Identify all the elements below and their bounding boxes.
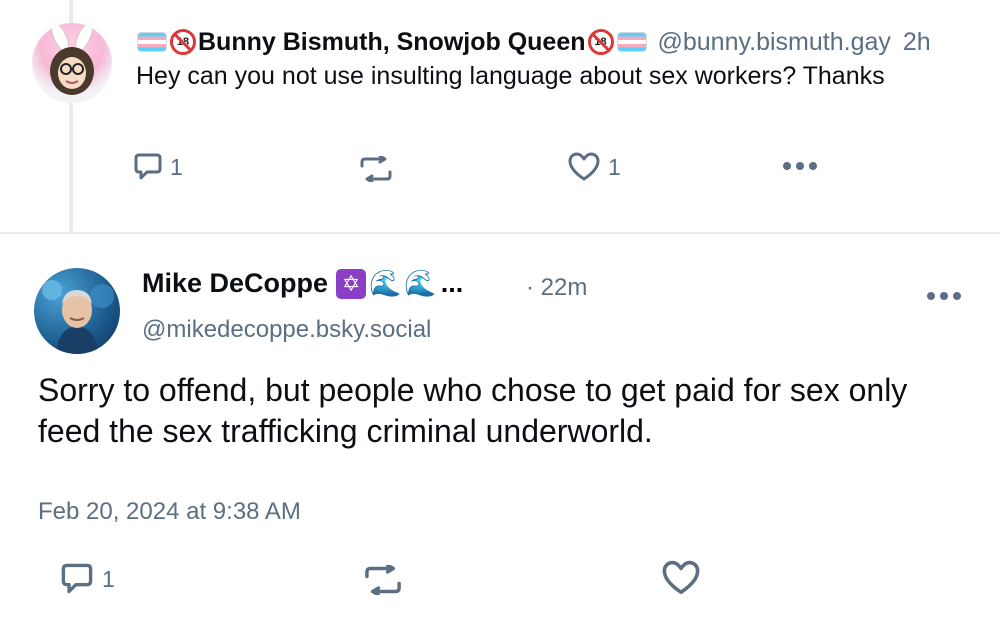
post-reply-count: 1 [102, 565, 115, 592]
like-icon [568, 152, 600, 181]
reply-icon [61, 563, 93, 594]
name-ellipsis: ... [440, 268, 464, 298]
post-handle[interactable]: @mikedecoppe.bsky.social [142, 316, 431, 344]
post-like-button[interactable] [662, 560, 700, 596]
reply-handle[interactable]: @bunny.bismuth.gay [658, 28, 891, 57]
reply-header: 18 Bunny Bismuth, Snowjob Queen 18 @bunn… [136, 24, 980, 60]
reply-author-avatar[interactable] [32, 23, 112, 103]
reply-timestamp[interactable]: 2h [903, 28, 931, 57]
more-icon [783, 162, 817, 170]
wave-icon: 🌊 [369, 268, 402, 298]
like-icon [662, 560, 700, 595]
reply-more-button[interactable] [782, 160, 818, 172]
reply-text: Hey can you not use insulting language a… [136, 62, 885, 90]
trans-flag-icon [617, 33, 646, 51]
star-of-david-icon: ✡ [336, 268, 367, 299]
reply-reply-button[interactable]: 1 [134, 152, 183, 182]
post-author-avatar[interactable] [34, 268, 120, 354]
post-text: Sorry to offend, but people who chose to… [38, 372, 908, 449]
post-reply-button[interactable]: 1 [60, 562, 115, 596]
no-under-18-icon: 18 [170, 29, 196, 55]
trans-flag-icon [138, 33, 166, 51]
post-divider [0, 232, 1000, 234]
reply-like-button[interactable]: 1 [568, 152, 621, 182]
post-timestamp[interactable]: · 22m [526, 274, 587, 302]
reply-reply-count: 1 [170, 153, 183, 180]
repost-icon [365, 565, 401, 595]
post-display-name[interactable]: Mike DeCoppe [142, 268, 328, 299]
post-author-name-row: Mike DeCoppe ✡ 🌊 🌊 ... [142, 268, 463, 299]
wave-icon: 🌊 [404, 268, 437, 298]
reply-icon [134, 153, 162, 180]
post-date: Feb 20, 2024 at 9:38 AM [38, 498, 301, 525]
reply-repost-button[interactable] [356, 156, 396, 182]
reply-display-name[interactable]: Bunny Bismuth, Snowjob Queen [198, 28, 586, 57]
post-repost-button[interactable] [360, 565, 406, 595]
post-more-button[interactable] [926, 290, 962, 302]
repost-icon [360, 156, 392, 182]
reply-like-count: 1 [608, 153, 621, 180]
no-under-18-icon: 18 [587, 29, 614, 55]
more-icon [927, 292, 961, 300]
